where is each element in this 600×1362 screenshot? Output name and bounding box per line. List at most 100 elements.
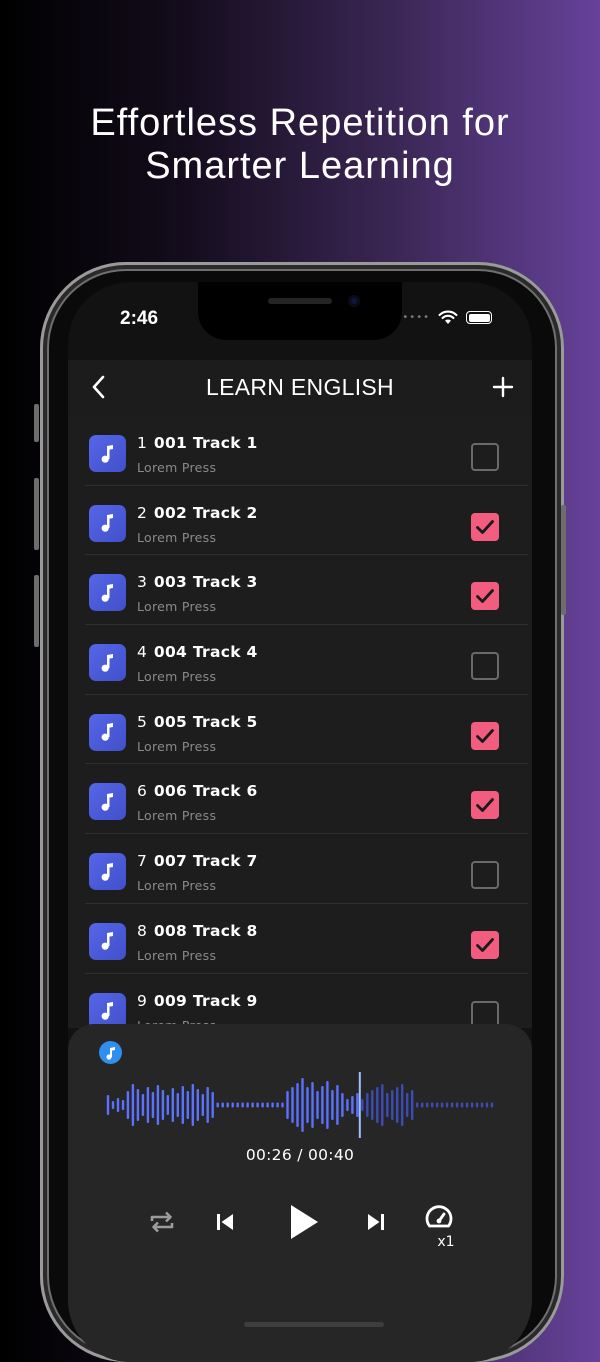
waveform-bar <box>111 1101 115 1109</box>
track-row[interactable]: 5 005 Track 5 Lorem Press <box>85 695 528 765</box>
waveform-bar <box>361 1099 364 1111</box>
track-number: 8 <box>137 921 147 940</box>
track-subtitle: Lorem Press <box>137 460 217 475</box>
waveform-bar <box>480 1102 484 1108</box>
volume-down-button <box>34 575 39 647</box>
waveform-bar <box>396 1087 399 1123</box>
front-camera <box>348 295 360 307</box>
waveform-bar <box>431 1102 434 1108</box>
skip-next-icon <box>368 1214 384 1230</box>
track-row[interactable]: 1 001 Track 1 Lorem Press <box>85 416 528 486</box>
playhead[interactable] <box>358 1072 361 1138</box>
waveform-bar <box>106 1095 110 1115</box>
waveform-bar <box>341 1093 344 1117</box>
waveform-scrubber[interactable] <box>68 1070 532 1140</box>
waveform-bar <box>131 1084 135 1126</box>
waveform-bar <box>465 1102 469 1108</box>
waveform-bar <box>346 1099 349 1111</box>
waveform-bar <box>236 1102 239 1108</box>
track-checkbox[interactable] <box>471 512 499 541</box>
waveform-bar <box>406 1093 409 1117</box>
waveform-bar <box>246 1102 249 1108</box>
music-note-icon <box>89 783 126 821</box>
track-checkbox[interactable] <box>471 443 499 471</box>
speed-label: x1 <box>437 1234 455 1250</box>
waveform-bar <box>445 1102 449 1108</box>
headline-line-1: Effortless Repetition for <box>90 102 510 144</box>
track-checkbox[interactable] <box>471 930 499 959</box>
waveform-bar <box>181 1086 184 1124</box>
next-button[interactable] <box>361 1206 391 1238</box>
track-row[interactable]: 3 003 Track 3 Lorem Press <box>85 555 528 626</box>
waveform-bar <box>151 1092 155 1118</box>
track-name: 004 Track 4 <box>153 643 258 662</box>
waveform-bar <box>351 1096 354 1114</box>
waveform-bar <box>171 1088 174 1122</box>
track-title: 1 001 Track 1 <box>137 434 258 452</box>
previous-button[interactable] <box>210 1206 240 1238</box>
track-row[interactable]: 7 007 Track 7 Lorem Press <box>85 834 528 904</box>
track-subtitle: Lorem Press <box>137 808 217 824</box>
music-note-badge-icon <box>99 1041 122 1064</box>
track-checkbox[interactable] <box>471 861 499 890</box>
waveform-bar <box>435 1102 439 1108</box>
track-name: 006 Track 6 <box>153 782 258 801</box>
waveform-bar <box>475 1102 479 1108</box>
speedometer-icon <box>425 1205 453 1228</box>
waveform-bar <box>121 1100 125 1110</box>
waveform-bar <box>201 1094 204 1116</box>
track-subtitle: Lorem Press <box>137 947 217 963</box>
waveform-bar <box>136 1089 140 1121</box>
waveform-bar <box>296 1083 299 1127</box>
track-subtitle: Lorem Press <box>137 738 217 754</box>
playback-speed-button[interactable] <box>422 1202 456 1234</box>
track-checkbox[interactable] <box>471 652 499 681</box>
waveform-bar <box>381 1084 384 1126</box>
track-name: 007 Track 7 <box>153 852 258 871</box>
waveform-bar <box>291 1087 294 1123</box>
track-checkbox[interactable] <box>471 791 499 820</box>
track-row[interactable]: 8 008 Track 8 Lorem Press <box>85 904 528 974</box>
waveform-bar <box>386 1093 389 1117</box>
repeat-button[interactable] <box>146 1206 178 1238</box>
nav-bar: LEARN ENGLISH <box>68 360 532 416</box>
track-row[interactable]: 9 009 Track 9 Lorem Press <box>85 974 528 1028</box>
waveform-bar <box>116 1098 120 1112</box>
waveform-bar <box>426 1102 429 1108</box>
home-indicator <box>244 1322 384 1327</box>
track-number: 1 <box>137 434 147 452</box>
add-button[interactable] <box>490 374 516 404</box>
track-checkbox[interactable] <box>471 721 499 750</box>
waveform-bar <box>156 1085 160 1125</box>
music-note-icon <box>89 574 126 612</box>
plus-icon <box>492 376 514 398</box>
waveform-bar <box>221 1102 224 1108</box>
track-subtitle: Lorem Press <box>137 599 217 615</box>
music-note-icon <box>89 435 126 472</box>
waveform-bar <box>126 1091 130 1119</box>
track-title: 9 009 Track 9 <box>137 992 258 1010</box>
waveform-bar <box>211 1092 214 1118</box>
time-readout: 00:26 / 00:40 <box>245 1146 355 1164</box>
skip-previous-icon <box>217 1214 233 1230</box>
waveform-bar <box>196 1089 199 1121</box>
track-row[interactable]: 4 004 Track 4 Lorem Press <box>85 625 528 695</box>
track-row[interactable]: 2 002 Track 2 Lorem Press <box>85 486 528 556</box>
waveform-bar <box>336 1085 339 1125</box>
play-button[interactable] <box>278 1196 328 1248</box>
track-title: 4 004 Track 4 <box>137 643 258 661</box>
track-name: 001 Track 1 <box>153 434 258 452</box>
waveform-bar <box>286 1091 289 1119</box>
waveform-bar <box>416 1102 419 1108</box>
checkmark-icon <box>476 728 494 743</box>
waveform-bar <box>266 1102 269 1108</box>
waveform-bar <box>271 1102 274 1108</box>
waveform-bar <box>485 1102 489 1108</box>
music-note-icon <box>89 644 126 682</box>
waveform-bar <box>376 1087 379 1123</box>
track-row[interactable]: 6 006 Track 6 Lorem Press <box>85 764 528 835</box>
earpiece-speaker <box>268 298 332 304</box>
track-title: 2 002 Track 2 <box>137 504 258 522</box>
waveform-bar <box>371 1090 374 1120</box>
track-checkbox[interactable] <box>471 582 499 611</box>
